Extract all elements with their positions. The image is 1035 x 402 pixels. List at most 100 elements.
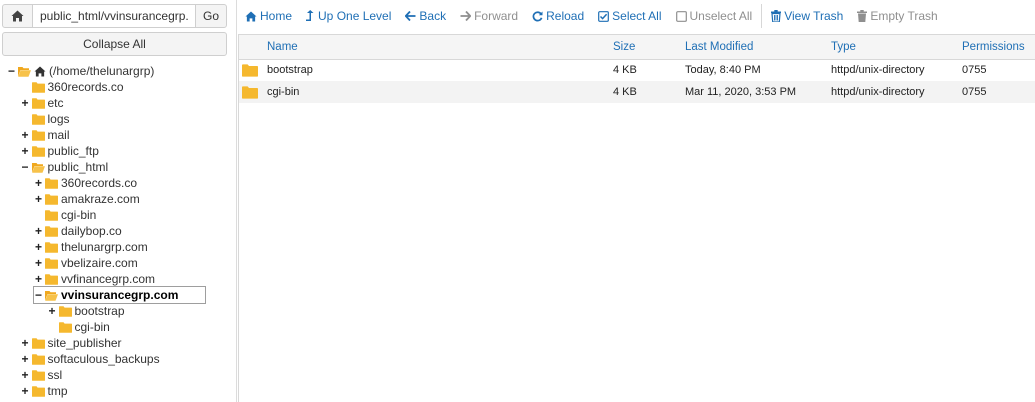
tree-item-label: amakraze.com bbox=[61, 192, 140, 206]
collapse-toggle-icon[interactable]: − bbox=[7, 65, 16, 77]
tree-item-label: cgi-bin bbox=[61, 208, 97, 222]
home-button[interactable]: Home bbox=[238, 0, 299, 32]
folder-open-icon bbox=[31, 162, 45, 173]
tree-item[interactable]: + public_ftp bbox=[21, 143, 98, 159]
tree-item-label: dailybop.co bbox=[61, 224, 122, 238]
toolbar: Home Up One Level Back Forward Reload Se… bbox=[238, 0, 1035, 32]
table-header-row: Name Size Last Modified Type Permissions bbox=[239, 35, 1035, 59]
column-header-size[interactable]: Size bbox=[613, 35, 685, 59]
expand-toggle-icon[interactable]: + bbox=[21, 145, 30, 157]
expand-toggle-icon[interactable]: + bbox=[34, 273, 43, 285]
folder-icon bbox=[58, 321, 72, 333]
file-name[interactable]: cgi-bin bbox=[267, 81, 613, 103]
file-size: 4 KB bbox=[613, 86, 637, 98]
tree-item[interactable]: logs bbox=[21, 111, 70, 127]
view-trash-label: View Trash bbox=[784, 9, 844, 23]
tree-item[interactable]: + site_publisher bbox=[21, 335, 122, 351]
up-one-level-label: Up One Level bbox=[318, 9, 392, 23]
tree-item[interactable]: + thelunargrp.com bbox=[34, 239, 148, 255]
home-icon bbox=[11, 10, 24, 22]
up-one-level-button[interactable]: Up One Level bbox=[299, 0, 398, 32]
expand-toggle-icon[interactable]: + bbox=[34, 225, 43, 237]
tree-item-label: 360records.co bbox=[47, 80, 124, 94]
column-header-last-modified[interactable]: Last Modified bbox=[685, 35, 831, 59]
table-row[interactable]: bootstrap 4 KB Today, 8:40 PM httpd/unix… bbox=[239, 59, 1035, 81]
trash-icon bbox=[771, 10, 782, 22]
tree-item-label: tmp bbox=[47, 384, 68, 398]
tree-item[interactable]: + ssl bbox=[21, 367, 63, 383]
forward-button[interactable]: Forward bbox=[453, 0, 525, 32]
tree-item[interactable]: 360records.co bbox=[21, 79, 124, 95]
tree-item[interactable]: + bootstrap bbox=[48, 303, 124, 319]
back-button[interactable]: Back bbox=[398, 0, 453, 32]
file-table: Name Size Last Modified Type Permissions… bbox=[239, 35, 1035, 103]
tree-item[interactable]: − vvinsurancegrp.com bbox=[33, 286, 206, 304]
tree-root-label: (/home/thelunargrp) bbox=[49, 64, 155, 78]
row-icon-cell bbox=[239, 81, 267, 103]
home-directory-button[interactable] bbox=[2, 4, 33, 28]
folder-open-icon bbox=[18, 66, 31, 77]
unselect-all-label: Unselect All bbox=[689, 9, 753, 23]
folder-icon bbox=[31, 385, 45, 397]
file-name[interactable]: bootstrap bbox=[267, 59, 613, 81]
tree-item[interactable]: cgi-bin bbox=[34, 207, 96, 223]
file-permissions[interactable]: 0755 bbox=[962, 59, 1035, 81]
tree-item[interactable]: + vvfinancegrp.com bbox=[34, 271, 155, 287]
folder-icon bbox=[58, 305, 72, 317]
tree-item[interactable]: +360records.co bbox=[34, 175, 137, 191]
tree-item[interactable]: − public_html bbox=[21, 159, 108, 175]
tree-item-label: cgi-bin bbox=[74, 320, 110, 334]
collapse-all-button[interactable]: Collapse All bbox=[2, 32, 227, 56]
file-permissions[interactable]: 0755 bbox=[962, 81, 1035, 103]
tree-item-label: site_publisher bbox=[47, 336, 122, 350]
checkbox-checked-icon bbox=[598, 10, 610, 22]
collapse-toggle-icon[interactable]: − bbox=[34, 289, 43, 301]
file-modified: Mar 11, 2020, 3:53 PM bbox=[685, 86, 797, 98]
expand-toggle-icon[interactable]: + bbox=[21, 369, 30, 381]
expand-toggle-icon[interactable]: + bbox=[21, 353, 30, 365]
path-input[interactable] bbox=[33, 4, 195, 28]
empty-trash-button[interactable]: Empty Trash bbox=[850, 0, 944, 32]
collapse-toggle-icon[interactable]: − bbox=[21, 161, 30, 173]
folder-icon bbox=[45, 257, 58, 269]
back-label: Back bbox=[419, 9, 447, 23]
expand-toggle-icon[interactable]: + bbox=[34, 241, 43, 253]
checkbox-empty-icon bbox=[675, 10, 687, 22]
tree-item[interactable]: cgi-bin bbox=[48, 319, 110, 335]
directory-pane: Go Collapse All − (/home/thelunargrp) 36… bbox=[0, 0, 233, 402]
tree-item[interactable]: + amakraze.com bbox=[34, 191, 140, 207]
tree-item[interactable]: + vbelizaire.com bbox=[34, 255, 138, 271]
column-header-name[interactable]: Name bbox=[267, 35, 613, 59]
select-all-button[interactable]: Select All bbox=[591, 0, 668, 32]
column-header-type[interactable]: Type bbox=[831, 35, 962, 59]
tree-item[interactable]: + tmp bbox=[21, 383, 68, 399]
go-button[interactable]: Go bbox=[195, 4, 227, 28]
tree-item-label: thelunargrp.com bbox=[61, 240, 148, 254]
tree-item-label: ssl bbox=[47, 368, 63, 382]
file-size: 4 KB bbox=[613, 64, 637, 77]
tree-item[interactable]: + mail bbox=[21, 127, 69, 143]
reload-button[interactable]: Reload bbox=[525, 0, 591, 32]
tree-item[interactable]: + softaculous_backups bbox=[21, 351, 159, 367]
view-trash-button[interactable]: View Trash bbox=[764, 0, 850, 32]
expand-toggle-icon[interactable]: + bbox=[34, 177, 43, 189]
expand-toggle-icon[interactable]: + bbox=[48, 305, 57, 317]
folder-icon bbox=[45, 273, 58, 285]
expand-toggle-icon[interactable]: + bbox=[21, 385, 30, 397]
expand-toggle-icon[interactable]: + bbox=[21, 337, 30, 349]
tree-item-label: vvinsurancegrp.com bbox=[61, 288, 179, 302]
tree-item-label: 360records.co bbox=[61, 176, 138, 190]
expand-toggle-icon[interactable]: + bbox=[34, 193, 43, 205]
column-header-icon bbox=[239, 35, 267, 59]
expand-toggle-icon[interactable]: + bbox=[34, 257, 43, 269]
pane-divider[interactable] bbox=[236, 0, 237, 402]
unselect-all-button[interactable]: Unselect All bbox=[669, 0, 760, 32]
tree-item[interactable]: + etc bbox=[21, 95, 63, 111]
expand-toggle-icon[interactable]: + bbox=[21, 129, 30, 141]
expand-toggle-icon[interactable]: + bbox=[21, 97, 30, 109]
folder-icon bbox=[45, 225, 58, 237]
tree-root[interactable]: − (/home/thelunargrp) bbox=[7, 63, 154, 79]
tree-item[interactable]: + dailybop.co bbox=[34, 223, 122, 239]
table-row[interactable]: cgi-bin 4 KB Mar 11, 2020, 3:53 PM httpd… bbox=[239, 81, 1035, 103]
column-header-permissions[interactable]: Permissions bbox=[962, 35, 1035, 59]
